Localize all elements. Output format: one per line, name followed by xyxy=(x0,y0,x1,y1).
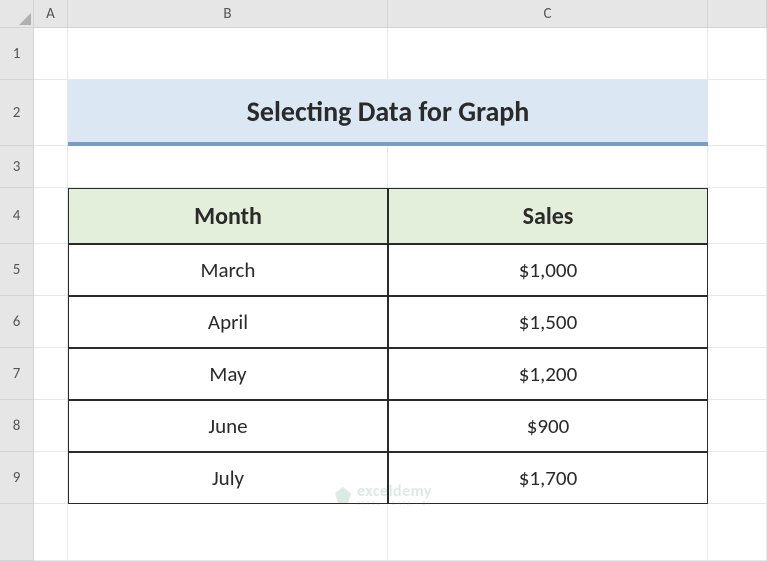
cell-d2[interactable] xyxy=(708,80,767,146)
cell-c3[interactable] xyxy=(388,146,708,188)
cell-c1[interactable] xyxy=(388,28,708,80)
row-header-3[interactable]: 3 xyxy=(0,146,34,188)
cell-a6[interactable] xyxy=(34,296,68,348)
cell-d7[interactable] xyxy=(708,348,767,400)
row-header-blank[interactable] xyxy=(0,504,34,561)
cell-a5[interactable] xyxy=(34,244,68,296)
cell-a3[interactable] xyxy=(34,146,68,188)
table-row[interactable]: $1,700 xyxy=(388,452,708,504)
row-header-7[interactable]: 7 xyxy=(0,348,34,400)
cell-d6[interactable] xyxy=(708,296,767,348)
cell-a10[interactable] xyxy=(34,504,68,561)
cell-a8[interactable] xyxy=(34,400,68,452)
col-header-a[interactable]: A xyxy=(34,0,68,28)
cell-a1[interactable] xyxy=(34,28,68,80)
cell-b10[interactable] xyxy=(68,504,388,561)
col-header-b[interactable]: B xyxy=(68,0,388,28)
cell-d1[interactable] xyxy=(708,28,767,80)
row-header-1[interactable]: 1 xyxy=(0,28,34,80)
row-header-9[interactable]: 9 xyxy=(0,452,34,504)
cell-d5[interactable] xyxy=(708,244,767,296)
row-header-5[interactable]: 5 xyxy=(0,244,34,296)
cell-b1[interactable] xyxy=(68,28,388,80)
table-header-month[interactable]: Month xyxy=(68,188,388,244)
row-header-8[interactable]: 8 xyxy=(0,400,34,452)
cell-a7[interactable] xyxy=(34,348,68,400)
table-row[interactable]: June xyxy=(68,400,388,452)
cell-a9[interactable] xyxy=(34,452,68,504)
table-row[interactable]: $1,200 xyxy=(388,348,708,400)
cell-c10[interactable] xyxy=(388,504,708,561)
cell-b3[interactable] xyxy=(68,146,388,188)
select-all-corner[interactable] xyxy=(0,0,34,28)
table-row[interactable]: $1,500 xyxy=(388,296,708,348)
col-header-blank[interactable] xyxy=(708,0,767,28)
row-header-2[interactable]: 2 xyxy=(0,80,34,146)
table-row[interactable]: $1,000 xyxy=(388,244,708,296)
cell-d8[interactable] xyxy=(708,400,767,452)
spreadsheet-grid: A B C 1 2 3 4 5 6 7 8 9 Selecting Data f… xyxy=(0,0,767,561)
table-row[interactable]: July xyxy=(68,452,388,504)
table-row[interactable]: $900 xyxy=(388,400,708,452)
cell-d9[interactable] xyxy=(708,452,767,504)
row-header-6[interactable]: 6 xyxy=(0,296,34,348)
col-header-c[interactable]: C xyxy=(388,0,708,28)
table-row[interactable]: April xyxy=(68,296,388,348)
page-title[interactable]: Selecting Data for Graph xyxy=(68,80,708,146)
table-header-sales[interactable]: Sales xyxy=(388,188,708,244)
cell-d4[interactable] xyxy=(708,188,767,244)
cell-a2[interactable] xyxy=(34,80,68,146)
row-header-4[interactable]: 4 xyxy=(0,188,34,244)
table-row[interactable]: March xyxy=(68,244,388,296)
table-row[interactable]: May xyxy=(68,348,388,400)
cell-d10[interactable] xyxy=(708,504,767,561)
cell-d3[interactable] xyxy=(708,146,767,188)
cell-a4[interactable] xyxy=(34,188,68,244)
